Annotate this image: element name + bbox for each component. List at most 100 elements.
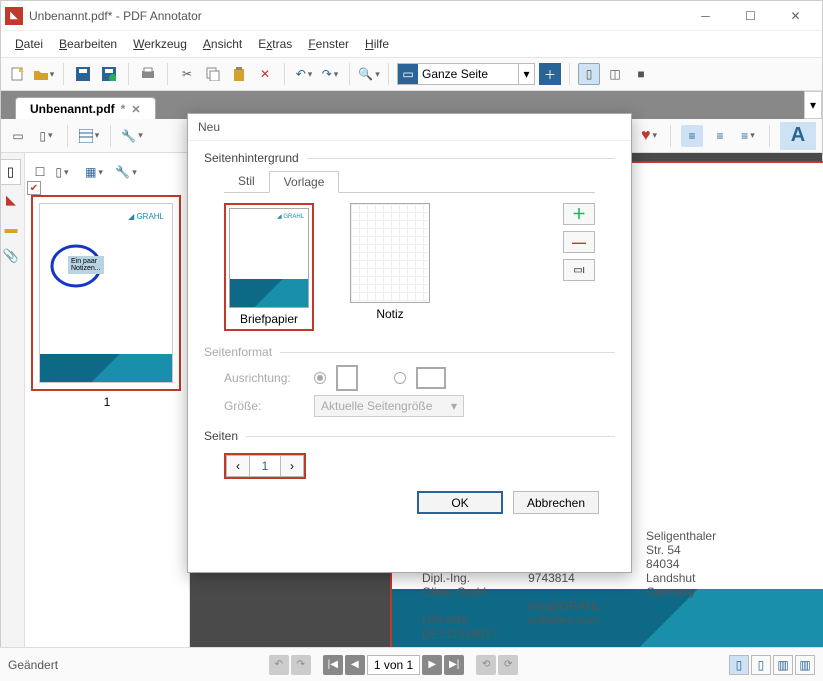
menu-bearbeiten[interactable]: Bearbeiten bbox=[53, 35, 123, 53]
new-icon[interactable] bbox=[7, 63, 29, 85]
window-title: Unbenannt.pdf* - PDF Annotator bbox=[29, 9, 683, 23]
document-tab[interactable]: Unbenannt.pdf* ✕ bbox=[15, 97, 156, 119]
paste-icon[interactable] bbox=[228, 63, 250, 85]
cancel-button[interactable]: Abbrechen bbox=[513, 491, 599, 514]
nav-forward-icon[interactable]: ⟳ bbox=[498, 655, 518, 675]
save-icon[interactable] bbox=[72, 63, 94, 85]
tab-close-icon[interactable]: ✕ bbox=[131, 103, 140, 116]
orientation-landscape-radio bbox=[394, 372, 406, 384]
zoom-add-button[interactable]: ＋ bbox=[539, 63, 561, 85]
side-tab-attachments[interactable]: 📎 bbox=[1, 243, 21, 269]
menu-datei[interactable]: Datei bbox=[9, 35, 49, 53]
template-briefpapier-label: Briefpapier bbox=[229, 312, 309, 326]
fullscreen-icon[interactable]: ■ bbox=[630, 63, 652, 85]
orientation-label: Ausrichtung: bbox=[224, 371, 304, 385]
undo-icon[interactable]: ↶ bbox=[293, 63, 315, 85]
section-format-label: Seitenformat bbox=[204, 345, 272, 359]
document-tab-label: Unbenannt.pdf bbox=[30, 102, 115, 116]
thumb-select-icon[interactable]: ☐ bbox=[31, 163, 49, 181]
nav-first-icon[interactable]: |◀ bbox=[323, 655, 343, 675]
view-two-page-icon[interactable]: ▥ bbox=[773, 655, 793, 675]
align-center-icon[interactable]: ≡ bbox=[709, 125, 731, 147]
nav-back-icon[interactable]: ⟲ bbox=[476, 655, 496, 675]
page-count-decrement[interactable]: ‹ bbox=[226, 455, 250, 477]
tab-overflow-button[interactable]: ▾ bbox=[804, 91, 822, 119]
portrait-icon bbox=[336, 365, 358, 391]
tab-vorlage[interactable]: Vorlage bbox=[269, 171, 340, 193]
minimize-button[interactable]: ─ bbox=[683, 1, 728, 31]
side-tab-notes[interactable]: ▬ bbox=[1, 215, 21, 241]
side-tab-pages[interactable]: ▯ bbox=[1, 159, 21, 185]
size-label: Größe: bbox=[224, 399, 304, 413]
section-background-label: Seitenhintergrund bbox=[204, 151, 299, 165]
template-notiz[interactable]: Notiz bbox=[350, 203, 430, 331]
thumbnails-panel: ☐ ▯ ▦ 🔧 ✔ ◢ GRAHL Ein paarNotizen... 1 bbox=[25, 153, 190, 678]
ok-button[interactable]: OK bbox=[417, 491, 503, 514]
thumb-settings-icon[interactable]: 🔧 bbox=[117, 163, 135, 181]
app-icon: ◣ bbox=[5, 7, 23, 25]
menu-ansicht[interactable]: Ansicht bbox=[197, 35, 248, 53]
view-book-icon[interactable]: ▥ bbox=[795, 655, 815, 675]
cut-icon[interactable]: ✂ bbox=[176, 63, 198, 85]
tab-stil[interactable]: Stil bbox=[224, 171, 269, 192]
favorite-icon[interactable]: ♥ bbox=[638, 125, 660, 147]
main-toolbar: ✂ ✕ ↶ ↷ 🔍 ▭ ▾ ＋ ▯ ◫ ■ bbox=[1, 57, 822, 91]
redo-icon[interactable]: ↷ bbox=[319, 63, 341, 85]
menu-werkzeug[interactable]: Werkzeug bbox=[127, 35, 193, 53]
template-rename-button[interactable]: ▭I bbox=[563, 259, 595, 281]
save-as-icon[interactable] bbox=[98, 63, 120, 85]
layout2-icon[interactable]: ◫ bbox=[604, 63, 626, 85]
side-tabs: ▯ ◣ ▬ 📎 bbox=[1, 153, 25, 678]
page-indicator[interactable]: 1 von 1 bbox=[367, 655, 420, 675]
bookmark-icon[interactable] bbox=[78, 125, 100, 147]
nav-prev-icon[interactable]: ◀ bbox=[345, 655, 365, 675]
new-dialog: Neu Seitenhintergrund Stil Vorlage ◢ GRA… bbox=[187, 113, 632, 573]
nav-next-icon[interactable]: ▶ bbox=[422, 655, 442, 675]
orientation-portrait-radio bbox=[314, 372, 326, 384]
page-count-increment[interactable]: › bbox=[280, 455, 304, 477]
print-icon[interactable] bbox=[137, 63, 159, 85]
status-text: Geändert bbox=[8, 658, 58, 672]
template-notiz-label: Notiz bbox=[350, 307, 430, 321]
menu-fenster[interactable]: Fenster bbox=[302, 35, 355, 53]
copy-icon[interactable] bbox=[202, 63, 224, 85]
page-icon[interactable]: ▯ bbox=[35, 125, 57, 147]
zoom-input[interactable] bbox=[418, 64, 518, 84]
size-combo: Aktuelle Seitengröße▾ bbox=[314, 395, 464, 417]
thumb-checkbox[interactable]: ✔ bbox=[27, 181, 41, 195]
blank-page-icon[interactable]: ▭ bbox=[7, 125, 29, 147]
open-icon[interactable] bbox=[33, 63, 55, 85]
maximize-button[interactable]: ☐ bbox=[728, 1, 773, 31]
nav-rotate-left-icon[interactable]: ↶ bbox=[269, 655, 289, 675]
landscape-icon bbox=[416, 367, 446, 389]
side-tab-bookmarks[interactable]: ◣ bbox=[1, 187, 21, 213]
thumb-grid-icon[interactable]: ▦ bbox=[85, 163, 103, 181]
text-tool-button[interactable]: A bbox=[780, 122, 816, 150]
template-briefpapier[interactable]: ◢ GRAHL Briefpapier bbox=[224, 203, 314, 331]
zoom-combo[interactable]: ▭ ▾ bbox=[397, 63, 535, 85]
view-single-icon[interactable]: ▯ bbox=[729, 655, 749, 675]
statusbar: Geändert ↶ ↷ |◀ ◀ 1 von 1 ▶ ▶| ⟲ ⟳ ▯ ▯ ▥… bbox=[0, 647, 823, 681]
find-icon[interactable]: 🔍 bbox=[358, 63, 380, 85]
thumb-page-icon[interactable]: ▯ bbox=[53, 163, 71, 181]
align-left-icon[interactable]: ≡ bbox=[681, 125, 703, 147]
delete-icon[interactable]: ✕ bbox=[254, 63, 276, 85]
template-add-button[interactable]: ＋ bbox=[563, 203, 595, 225]
view-continuous-icon[interactable]: ▯ bbox=[751, 655, 771, 675]
zoom-dropdown-icon[interactable]: ▾ bbox=[518, 64, 534, 84]
template-remove-button[interactable]: — bbox=[563, 231, 595, 253]
nav-last-icon[interactable]: ▶| bbox=[444, 655, 464, 675]
menu-extras[interactable]: Extras bbox=[252, 35, 298, 53]
titlebar: ◣ Unbenannt.pdf* - PDF Annotator ─ ☐ ✕ bbox=[1, 1, 822, 31]
close-button[interactable]: ✕ bbox=[773, 1, 818, 31]
page-thumbnail[interactable]: ◢ GRAHL Ein paarNotizen... bbox=[31, 195, 181, 391]
menu-hilfe[interactable]: Hilfe bbox=[359, 35, 395, 53]
page-nav: ↶ ↷ |◀ ◀ 1 von 1 ▶ ▶| ⟲ ⟳ bbox=[269, 655, 518, 675]
align-right-icon[interactable]: ≡ bbox=[737, 125, 759, 147]
background-tabs: Stil Vorlage bbox=[224, 171, 595, 193]
wrench-icon[interactable]: 🔧 bbox=[121, 125, 143, 147]
page-count-input[interactable] bbox=[250, 455, 280, 477]
view-mode-buttons: ▯ ▯ ▥ ▥ bbox=[729, 655, 815, 675]
nav-rotate-right-icon[interactable]: ↷ bbox=[291, 655, 311, 675]
layout1-icon[interactable]: ▯ bbox=[578, 63, 600, 85]
